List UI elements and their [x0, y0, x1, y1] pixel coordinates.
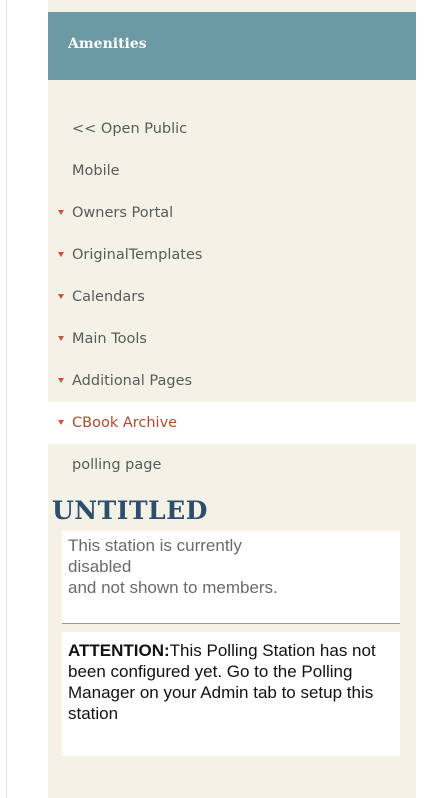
nav-item-mobile[interactable]: Mobile [48, 150, 416, 192]
caret-down-icon [58, 420, 64, 425]
caret-down-icon [58, 378, 64, 383]
nav-item-calendars[interactable]: Calendars [48, 276, 416, 318]
nav-item-label: polling page [72, 457, 162, 473]
nav-item-label: CBook Archive [72, 415, 178, 431]
caret-down-icon [58, 294, 64, 299]
nav-item-polling-page[interactable]: polling page [48, 444, 416, 486]
nav-item-label: << Open Public [72, 121, 188, 137]
caret-down-icon [58, 336, 64, 341]
panel-header: Amenities [48, 12, 416, 80]
nav-item-label: OriginalTemplates [72, 247, 203, 263]
station-attention-notice: ATTENTION:This Polling Station has not b… [62, 632, 400, 756]
nav-item-label: Additional Pages [72, 373, 193, 389]
panel-header-title: Amenities [68, 36, 147, 52]
nav-item-additional-pages[interactable]: Additional Pages [48, 360, 416, 402]
nav-item-label: Mobile [72, 163, 120, 179]
nav-item-main-tools[interactable]: Main Tools [48, 318, 416, 360]
nav-item-label: Calendars [72, 289, 145, 305]
polling-station-title: UNTITLED [52, 496, 208, 525]
nav-item-label: Main Tools [72, 331, 147, 347]
nav-item-original-templates[interactable]: OriginalTemplates [48, 234, 416, 276]
disabled-notice-line: This station is currently [68, 536, 242, 555]
nav-item-owners-portal[interactable]: Owners Portal [48, 192, 416, 234]
nav-item-label: Owners Portal [72, 205, 174, 221]
station-disabled-notice: This station is currently disabled and n… [62, 531, 400, 624]
sidebar-nav: << Open Public Mobile Owners Portal Orig… [48, 108, 416, 486]
nav-item-cbook-archive[interactable]: CBook Archive [48, 402, 416, 444]
disabled-notice-line: disabled [68, 557, 132, 576]
caret-down-icon [58, 252, 64, 257]
amenities-panel: Amenities << Open Public Mobile Owners P… [48, 0, 416, 798]
caret-down-icon [58, 210, 64, 215]
nav-item-open-public[interactable]: << Open Public [48, 108, 416, 150]
disabled-notice-line: and not shown to members. [68, 578, 278, 597]
page-left-divider [6, 0, 7, 798]
attention-label: ATTENTION: [68, 641, 170, 660]
